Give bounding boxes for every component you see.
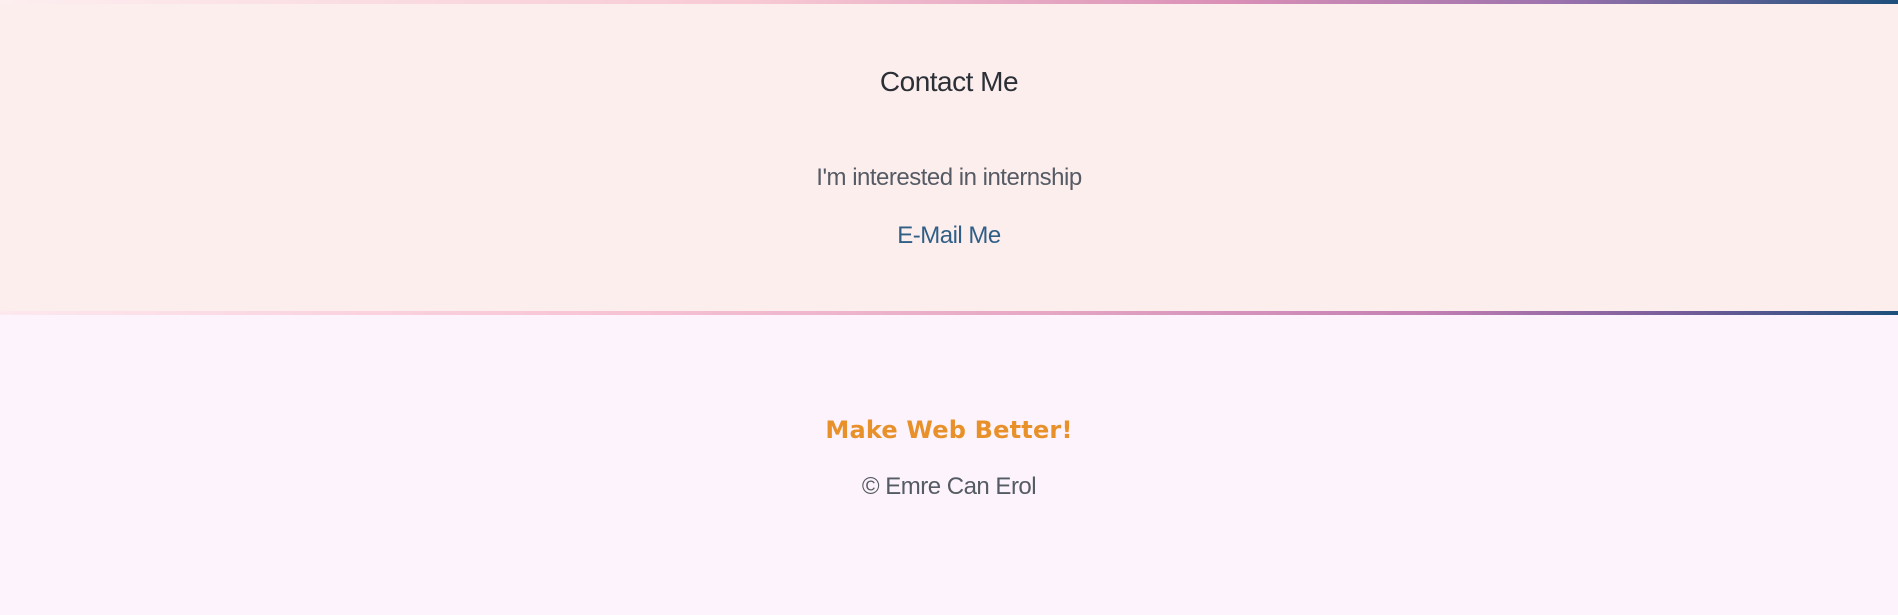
- email-me-link-label[interactable]: E-Mail Me: [897, 222, 1001, 249]
- contact-section: Contact Me I'm interested in internship …: [0, 4, 1898, 311]
- footer-copyright: © Emre Can Erol: [861, 473, 1037, 500]
- footer-slogan: Make Web Better!: [825, 416, 1073, 444]
- footer: Make Web Better! © Emre Can Erol: [0, 315, 1898, 615]
- contact-message: I'm interested in internship: [816, 164, 1082, 191]
- contact-title: Contact Me: [879, 66, 1019, 97]
- email-me-link[interactable]: E-Mail Me: [0, 222, 1898, 250]
